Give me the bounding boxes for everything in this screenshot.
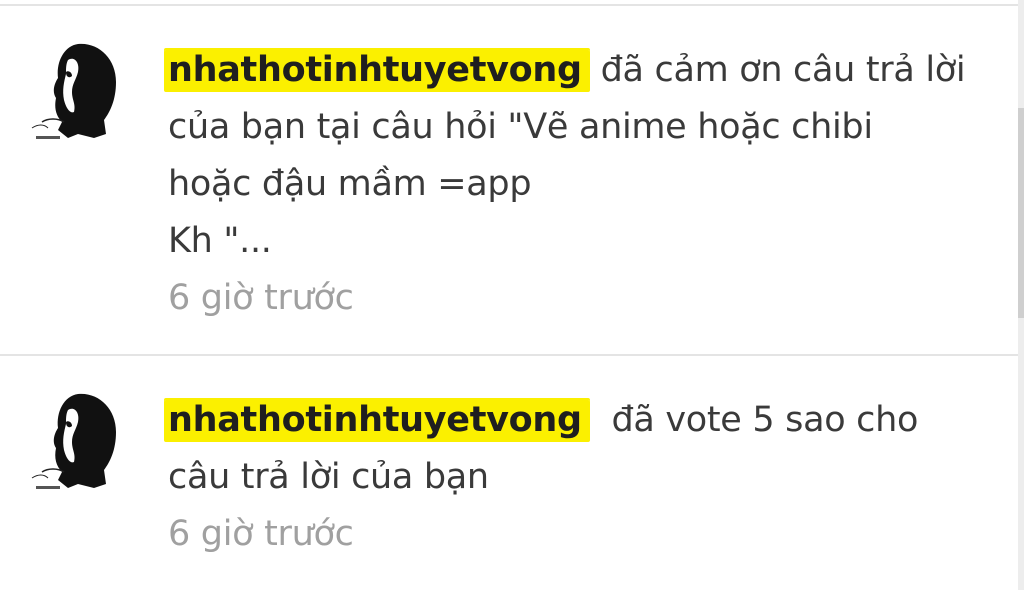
message-text: Kh "... — [168, 221, 272, 261]
message-text: của bạn tại câu hỏi "Vẽ anime hoặc chibi — [168, 107, 873, 147]
notification-content: nhathotinhtuyetvong đã vote 5 sao cho câ… — [164, 392, 948, 563]
timestamp: 6 giờ trước — [168, 514, 354, 554]
avatar-icon[interactable] — [28, 388, 124, 496]
notification-item[interactable]: nhathotinhtuyetvong đã vote 5 sao cho câ… — [0, 356, 1018, 590]
message-text: đã vote 5 sao cho — [611, 400, 919, 440]
username-link[interactable]: nhathotinhtuyetvong — [164, 400, 590, 442]
notification-first-line: nhathotinhtuyetvong đã cảm ơn câu trả lờ… — [164, 42, 988, 99]
timestamp: 6 giờ trước — [168, 278, 354, 318]
message-text: hoặc đậu mầm =app — [168, 164, 532, 204]
notification-item[interactable]: nhathotinhtuyetvong đã cảm ơn câu trả lờ… — [0, 6, 1018, 354]
avatar-icon[interactable] — [28, 38, 124, 146]
notification-first-line: nhathotinhtuyetvong đã vote 5 sao cho — [164, 392, 948, 449]
scrollbar-thumb[interactable] — [1018, 108, 1024, 318]
message-text: đã cảm ơn câu trả lời — [600, 50, 966, 90]
notification-content: nhathotinhtuyetvong đã cảm ơn câu trả lờ… — [164, 42, 988, 327]
username-link[interactable]: nhathotinhtuyetvong — [164, 50, 590, 92]
message-text: câu trả lời của bạn — [168, 457, 489, 497]
scrollbar-track[interactable] — [1018, 0, 1024, 590]
